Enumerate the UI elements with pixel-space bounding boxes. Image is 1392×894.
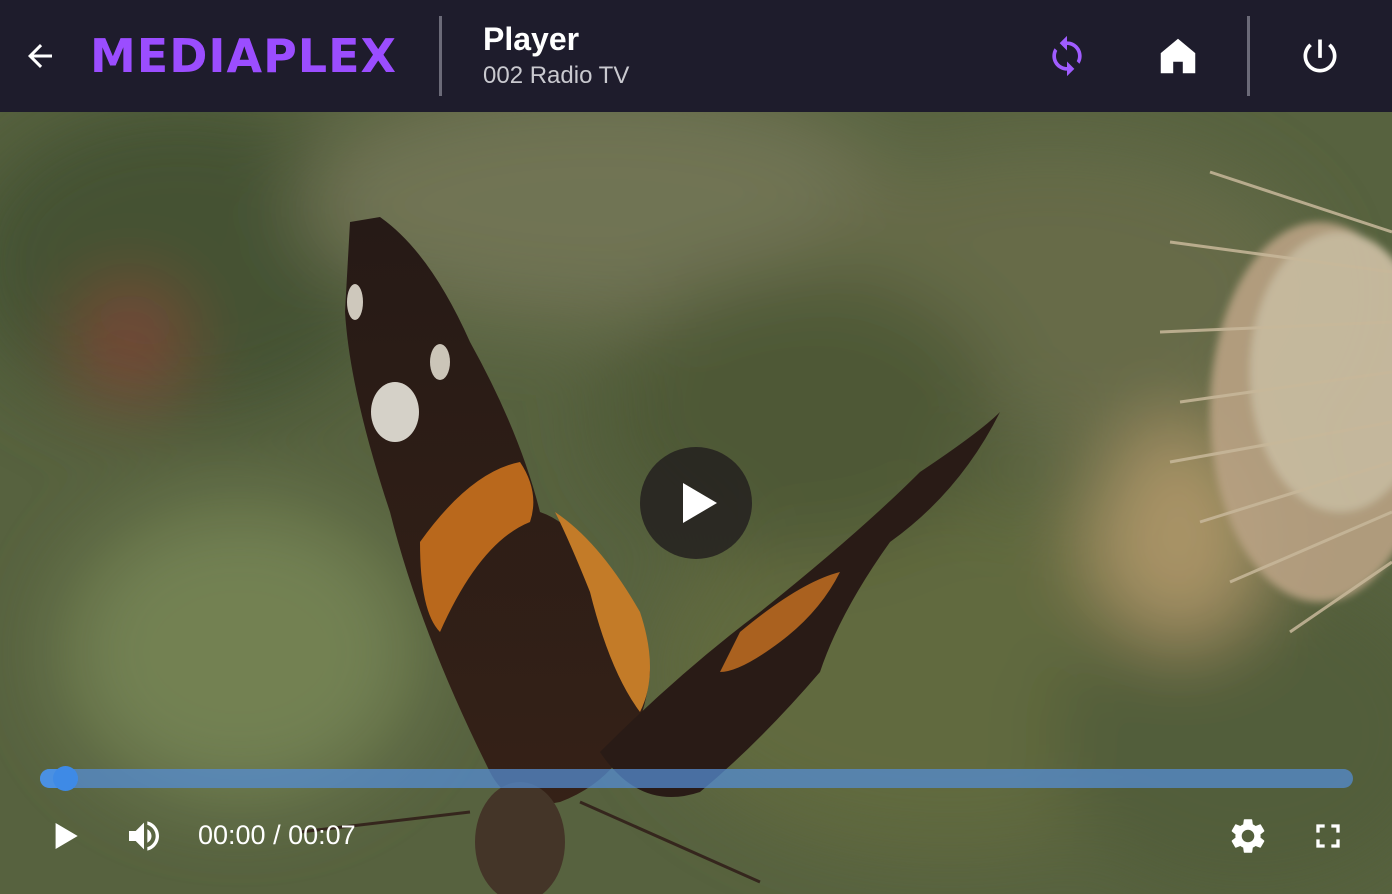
page-subtitle: 002 Radio TV <box>483 62 630 89</box>
big-play-button[interactable] <box>640 447 752 559</box>
progress-thumb[interactable] <box>53 766 78 791</box>
sync-icon <box>1052 35 1082 77</box>
video-player[interactable]: 00:00 / 00:07 <box>0 112 1392 894</box>
mediaplex-logo: MEDIAPLEX <box>90 28 397 84</box>
power-icon <box>1303 39 1337 73</box>
page-title: Player <box>483 21 580 57</box>
volume-button[interactable] <box>122 814 166 858</box>
header-divider-right <box>1247 16 1250 96</box>
volume-icon <box>129 821 159 851</box>
header-titles: Player 002 Radio TV <box>483 20 629 92</box>
play-icon <box>683 483 717 523</box>
progress-bar[interactable] <box>40 766 1353 791</box>
top-bar: MEDIAPLEX Player 002 Radio TV <box>0 0 1392 112</box>
home-icon <box>1160 38 1196 74</box>
power-button[interactable] <box>1292 28 1348 84</box>
fullscreen-icon <box>1316 824 1340 848</box>
home-button[interactable] <box>1150 28 1206 84</box>
time-display: 00:00 / 00:07 <box>198 820 356 850</box>
arrow-left-icon <box>28 44 52 68</box>
sync-button[interactable] <box>1039 28 1095 84</box>
logo-text: MEDIAPLEX <box>90 29 398 83</box>
fullscreen-button[interactable] <box>1306 814 1350 858</box>
play-icon <box>55 823 78 849</box>
settings-gear-icon <box>1231 819 1265 853</box>
settings-button[interactable] <box>1226 814 1270 858</box>
header-divider <box>439 16 442 96</box>
play-button[interactable] <box>46 818 86 854</box>
back-button[interactable] <box>18 36 62 76</box>
